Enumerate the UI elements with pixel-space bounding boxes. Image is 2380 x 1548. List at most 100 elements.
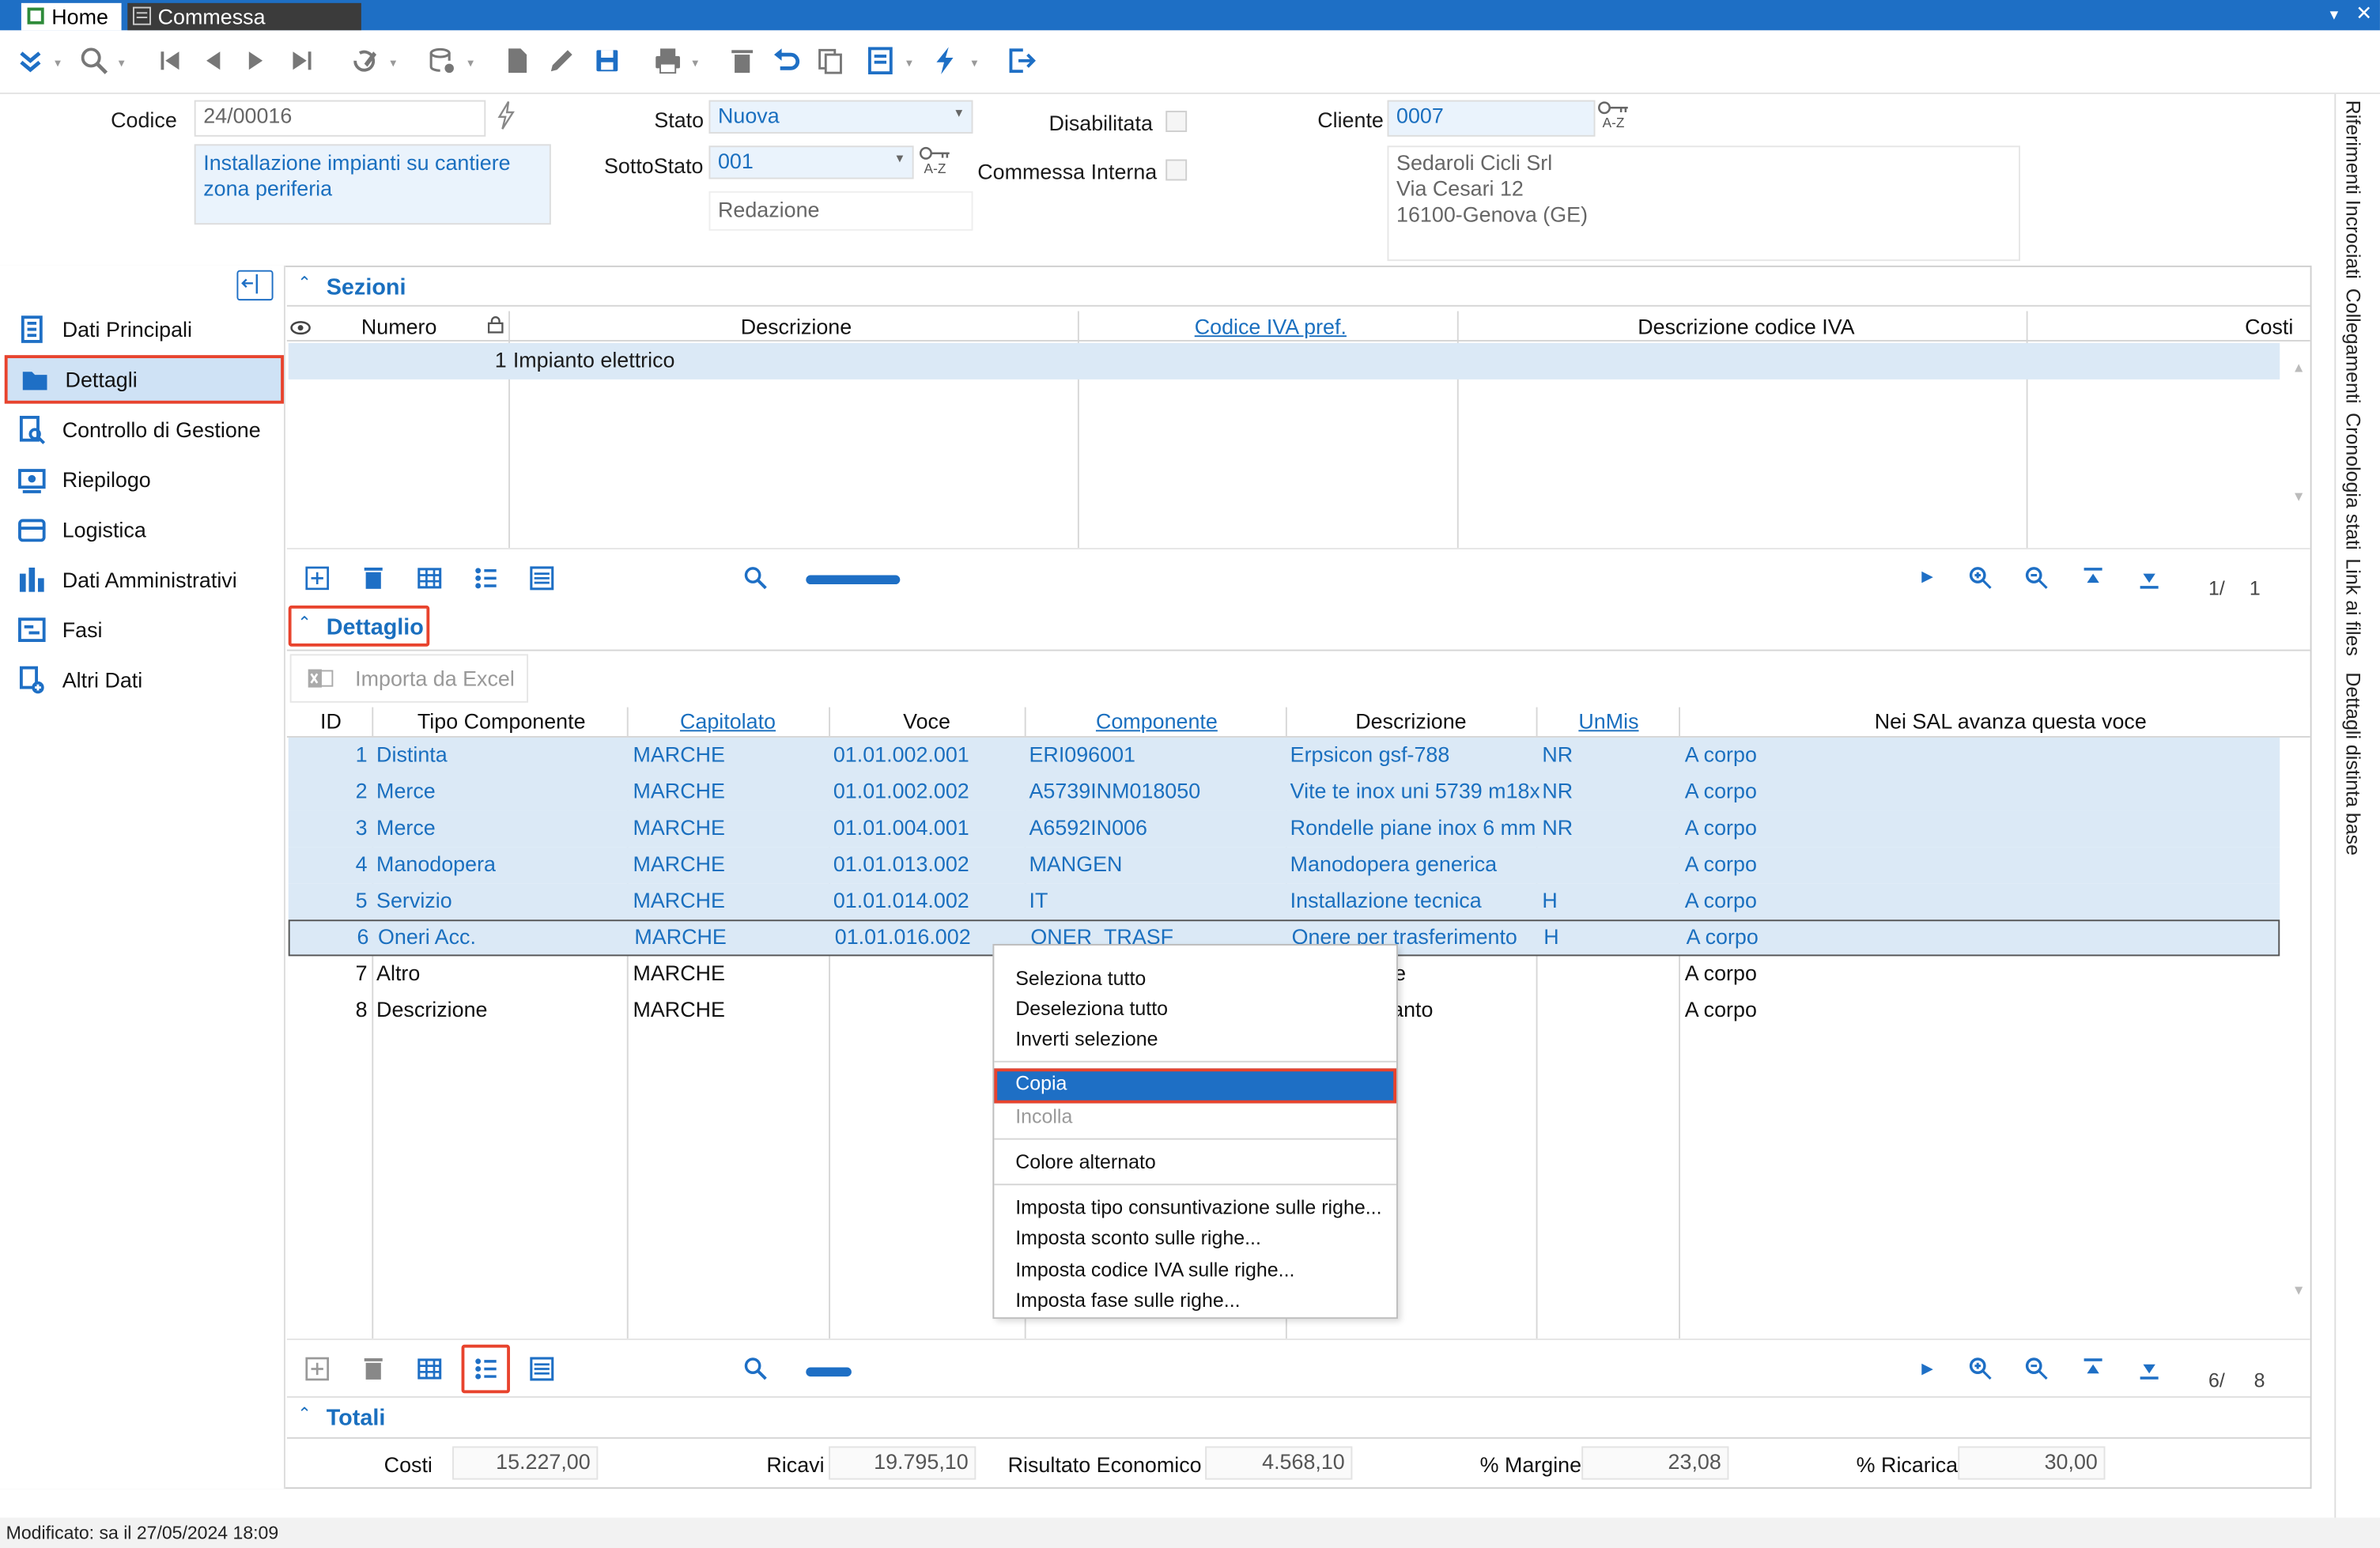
form-view-icon[interactable]: [520, 1348, 563, 1391]
move-bottom-icon[interactable]: [2128, 1348, 2170, 1391]
nav-dati-amministrativi[interactable]: Dati Amministrativi: [5, 556, 284, 604]
menu-item-imposta-tipo-consuntivazione[interactable]: Imposta tipo consuntivazione sulle righe…: [994, 1193, 1396, 1223]
report-icon[interactable]: [862, 43, 898, 79]
import-excel-button[interactable]: Importa da Excel: [289, 654, 529, 703]
horizontal-scrollbar[interactable]: [806, 1367, 852, 1377]
move-bottom-icon[interactable]: [2128, 557, 2170, 599]
add-row-icon[interactable]: [296, 557, 338, 599]
table-row[interactable]: 3 Merce MARCHE 01.01.004.001 A6592IN006 Ronde…: [288, 810, 2280, 848]
dropdown-caret-icon[interactable]: ▾: [692, 56, 704, 70]
new-document-icon[interactable]: [500, 43, 536, 79]
add-row-icon[interactable]: [296, 1348, 338, 1391]
dropdown-caret-icon[interactable]: ▾: [906, 56, 918, 70]
menu-item-colore-alternato[interactable]: Colore alternato: [994, 1147, 1396, 1177]
key-az-icon[interactable]: A-Z: [916, 145, 953, 176]
scroll-right-icon[interactable]: ▶: [1921, 1361, 1933, 1378]
collapse-chevron-icon[interactable]: ⌃: [297, 614, 312, 632]
collapse-chevron-icon[interactable]: ⌃: [297, 1404, 312, 1424]
tab-dettagli-distinta-base[interactable]: Dettagli distinta base: [2342, 672, 2365, 855]
duplicate-icon[interactable]: [812, 43, 848, 79]
horizontal-scrollbar[interactable]: [806, 575, 901, 585]
col-codice-iva-pref[interactable]: Codice IVA pref.: [1195, 314, 1347, 338]
tab-link-ai-files[interactable]: Link ai files: [2342, 558, 2365, 655]
menu-item-imposta-fase[interactable]: Imposta fase sulle righe...: [994, 1286, 1396, 1316]
dropdown-caret-icon[interactable]: ▾: [972, 56, 984, 70]
table-row[interactable]: 1 Distinta MARCHE 01.01.002.001 ERI096001 Erp…: [288, 737, 2280, 774]
menu-item-deseleziona-tutto[interactable]: Deseleziona tutto: [994, 994, 1396, 1024]
close-icon[interactable]: ✕: [2355, 2, 2372, 26]
grid-view-icon[interactable]: [408, 557, 451, 599]
col-descrizione[interactable]: Descrizione: [1355, 708, 1466, 733]
form-view-icon[interactable]: [520, 557, 563, 599]
col-numero[interactable]: Numero: [361, 314, 437, 338]
dropdown-caret-icon[interactable]: ▾: [119, 56, 130, 70]
col-descrizione[interactable]: Descrizione: [741, 314, 852, 338]
delete-row-icon[interactable]: [352, 1348, 395, 1391]
menu-item-incolla[interactable]: Incolla: [994, 1102, 1396, 1132]
col-id[interactable]: ID: [320, 708, 342, 733]
tab-home[interactable]: Home: [21, 2, 122, 31]
search-icon[interactable]: [735, 557, 777, 599]
col-descrizione-codice-iva[interactable]: Descrizione codice IVA: [1638, 314, 1854, 338]
delete-row-icon[interactable]: [352, 557, 395, 599]
table-row[interactable]: 2 Merce MARCHE 01.01.002.002 A5739INM018050 V…: [288, 773, 2280, 811]
tab-collegamenti[interactable]: Collegamenti: [2342, 289, 2365, 404]
scroll-up-icon[interactable]: ▲: [2292, 360, 2306, 375]
col-nei-sal[interactable]: Nei SAL avanza questa voce: [1875, 708, 2147, 733]
codice-field[interactable]: 24/00016: [194, 100, 486, 137]
first-record-icon[interactable]: [152, 43, 188, 79]
col-componente[interactable]: Componente: [1096, 708, 1218, 733]
search-icon[interactable]: [76, 43, 112, 79]
database-icon[interactable]: [424, 43, 460, 79]
nav-fasi[interactable]: Fasi: [5, 606, 284, 654]
zoom-out-icon[interactable]: [2015, 557, 2058, 599]
print-icon[interactable]: [650, 43, 686, 79]
zoom-in-icon[interactable]: [1959, 557, 2002, 599]
list-view-icon[interactable]: [464, 557, 507, 599]
table-row[interactable]: 1 Impianto elettrico: [288, 342, 2280, 379]
nav-logistica[interactable]: Logistica: [5, 505, 284, 553]
undo-icon[interactable]: [768, 43, 804, 79]
nav-controllo-di-gestione[interactable]: Controllo di Gestione: [5, 406, 284, 454]
refresh-edit-icon[interactable]: [346, 43, 383, 79]
scroll-right-icon[interactable]: ▶: [1921, 569, 1933, 586]
collapse-chevron-icon[interactable]: ⌃: [297, 274, 312, 293]
eye-icon[interactable]: [290, 317, 312, 335]
tab-list-chevron-icon[interactable]: ▾: [2330, 5, 2339, 25]
col-voce[interactable]: Voce: [903, 708, 950, 733]
col-tipo-componente[interactable]: Tipo Componente: [417, 708, 586, 733]
exit-icon[interactable]: [1003, 43, 1040, 79]
next-record-icon[interactable]: [238, 43, 274, 79]
tab-commessa[interactable]: Commessa Standard: [127, 2, 361, 56]
table-row[interactable]: 4 Manodopera MARCHE 01.01.013.002 MANGEN Mano…: [288, 847, 2280, 884]
delete-icon[interactable]: [724, 43, 761, 79]
move-top-icon[interactable]: [2072, 557, 2114, 599]
commessa-interna-checkbox[interactable]: [1165, 159, 1188, 181]
menu-item-inverti-selezione[interactable]: Inverti selezione: [994, 1025, 1396, 1055]
move-top-icon[interactable]: [2072, 1348, 2114, 1391]
col-unmis[interactable]: UnMis: [1578, 708, 1638, 733]
sottostato-select[interactable]: 001 ▾: [708, 145, 914, 179]
scroll-down-icon[interactable]: ▼: [2292, 1282, 2306, 1297]
nav-riepilogo[interactable]: Riepilogo: [5, 455, 284, 504]
scroll-down-icon[interactable]: ▼: [2292, 489, 2306, 504]
menu-item-copia[interactable]: Copia: [994, 1068, 1397, 1104]
menu-item-seleziona-tutto[interactable]: Seleziona tutto: [994, 964, 1396, 994]
dropdown-caret-icon[interactable]: ▾: [467, 56, 479, 70]
col-capitolato[interactable]: Capitolato: [680, 708, 776, 733]
zoom-in-icon[interactable]: [1959, 1348, 2002, 1391]
nav-dati-principali[interactable]: Dati Principali: [5, 305, 284, 353]
stato-select[interactable]: Nuova ▾: [708, 100, 973, 134]
cliente-field[interactable]: 0007: [1387, 100, 1596, 137]
lightning-icon[interactable]: [495, 100, 516, 130]
list-view-icon[interactable]: [461, 1344, 510, 1394]
tab-riferimenti-incrociati[interactable]: Riferimenti Incrociati: [2342, 100, 2365, 279]
nav-altri-dati[interactable]: Altri Dati: [5, 655, 284, 704]
disabilitata-checkbox[interactable]: [1165, 111, 1188, 133]
collapse-chevrons-icon[interactable]: [12, 43, 48, 79]
lightning-icon[interactable]: [927, 43, 964, 79]
edit-pencil-icon[interactable]: [543, 43, 580, 79]
last-record-icon[interactable]: [284, 43, 320, 79]
tab-cronologia-stati[interactable]: Cronologia stati: [2342, 413, 2365, 549]
previous-record-icon[interactable]: [195, 43, 231, 79]
